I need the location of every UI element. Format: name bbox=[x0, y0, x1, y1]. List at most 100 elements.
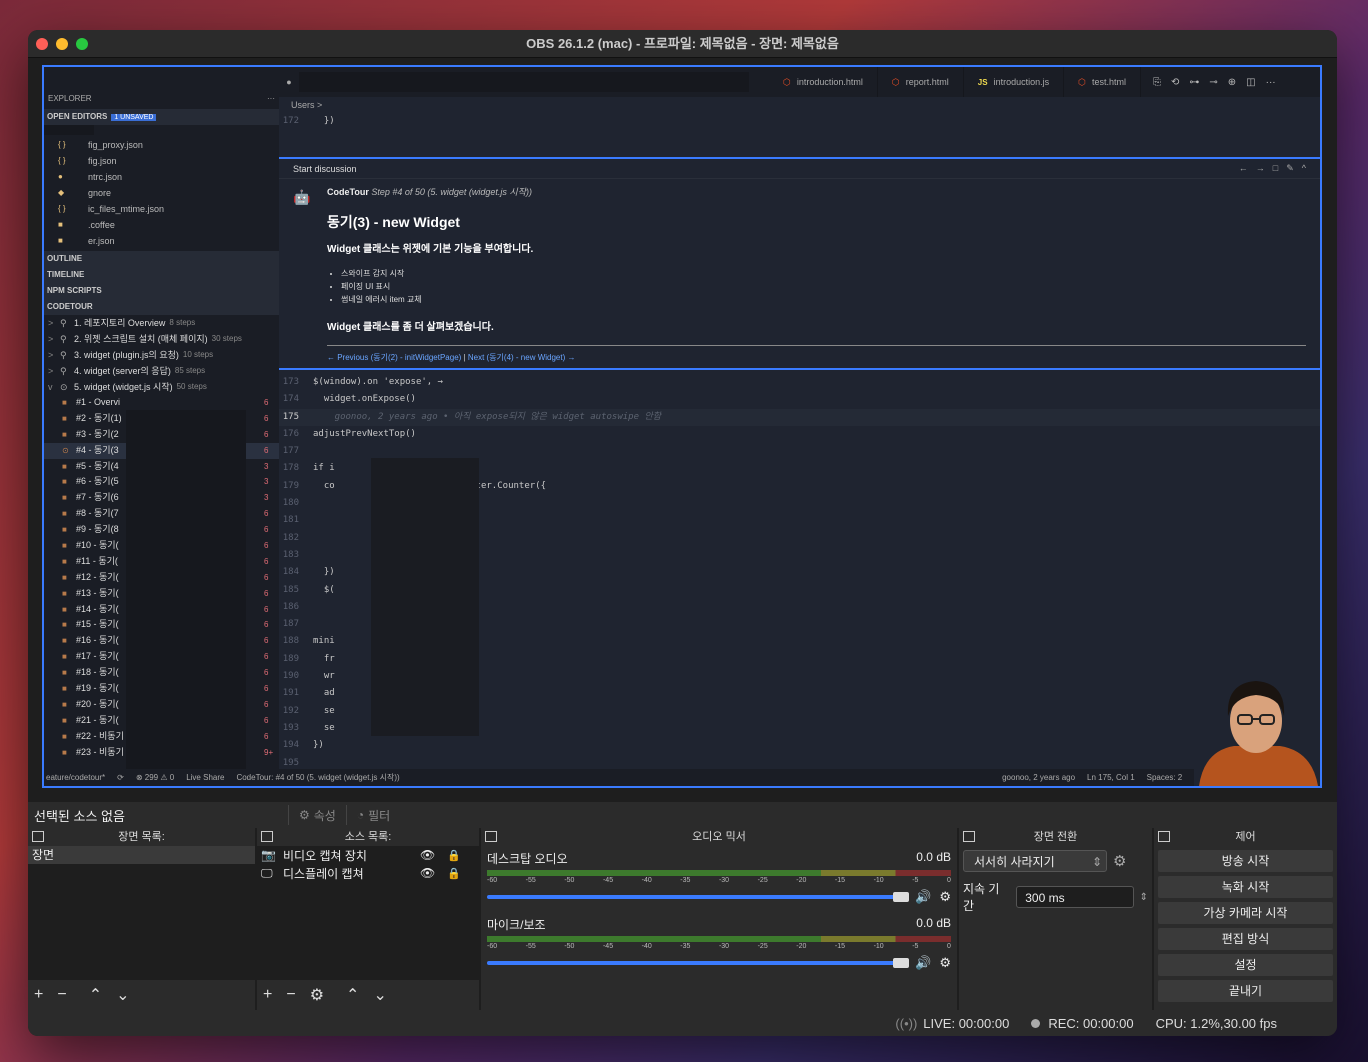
source-item-video-capture[interactable]: 📷 비디오 캡쳐 장치 👁 🔒 bbox=[257, 846, 479, 864]
webcam-person-image bbox=[1194, 661, 1320, 786]
sync-icon[interactable]: ⟳ bbox=[117, 773, 124, 782]
codetour-item[interactable]: v ⊙ 5. widget (widget.js 시작) 50 steps bbox=[44, 379, 279, 395]
editor-tab[interactable]: ⬡ introduction.html bbox=[769, 67, 878, 97]
codetour-item[interactable]: > ⚲ 3. widget (plugin.js의 요청) 10 steps bbox=[44, 347, 279, 363]
float-icon[interactable] bbox=[485, 831, 497, 842]
open-editor-file[interactable]: ◆ gnore bbox=[44, 185, 279, 201]
remove-source-button[interactable]: − bbox=[286, 986, 295, 1004]
live-share-status[interactable]: Live Share bbox=[186, 773, 224, 782]
codetour-item[interactable]: > ⚲ 4. widget (server의 응답) 85 steps bbox=[44, 363, 279, 379]
step-count: 3 bbox=[264, 493, 269, 503]
control-button[interactable]: 설정 bbox=[1158, 954, 1333, 976]
properties-button[interactable]: ⚙ 속성 bbox=[288, 805, 346, 825]
volume-slider[interactable] bbox=[487, 892, 910, 902]
add-source-button[interactable]: + bbox=[263, 986, 272, 1004]
visibility-eye-icon[interactable]: 👁 bbox=[420, 848, 435, 862]
volume-meter bbox=[487, 870, 951, 876]
edit-icon[interactable]: ✎ bbox=[1286, 163, 1294, 174]
open-changes-icon[interactable]: ⎘ bbox=[1153, 77, 1161, 88]
open-editor-file[interactable]: { } fig_proxy.json bbox=[44, 137, 279, 153]
step-icon: ■ bbox=[62, 588, 67, 598]
transition-settings-gear-icon[interactable]: ⚙ bbox=[1113, 852, 1126, 870]
outline-section[interactable]: OUTLINE bbox=[44, 251, 279, 267]
editor-tab[interactable]: ⬡ test.html bbox=[1064, 67, 1141, 97]
transition-select[interactable]: 서서히 사라지기 ⇕ bbox=[963, 850, 1107, 872]
next-step-link[interactable]: Next (동기(4) - new Widget) → bbox=[468, 353, 576, 362]
more-actions-icon[interactable]: ··· bbox=[1266, 77, 1276, 88]
volume-slider[interactable] bbox=[487, 958, 910, 968]
codetour-item[interactable]: > ⚲ 1. 레포지토리 Overview 8 steps bbox=[44, 315, 279, 331]
open-editor-file[interactable]: { } fig.json bbox=[44, 153, 279, 169]
split-editor-icon[interactable]: ◫ bbox=[1246, 77, 1255, 88]
control-button[interactable]: 방송 시작 bbox=[1158, 850, 1333, 872]
branch-status[interactable]: eature/codetour* bbox=[46, 773, 105, 782]
timeline-section[interactable]: TIMELINE bbox=[44, 267, 279, 283]
control-button[interactable]: 끝내기 bbox=[1158, 980, 1333, 1002]
indent-status[interactable]: Spaces: 2 bbox=[1147, 773, 1183, 782]
float-icon[interactable] bbox=[261, 831, 273, 842]
blame-status[interactable]: goonoo, 2 years ago bbox=[1002, 773, 1075, 782]
scene-item[interactable]: 장면 bbox=[28, 846, 255, 864]
problems-status[interactable]: ⊗ 299 ⚠ 0 bbox=[136, 773, 174, 782]
slider-handle[interactable] bbox=[893, 892, 910, 902]
codetour-step[interactable]: ■ #1 - Overvi 6 bbox=[44, 395, 279, 411]
codetour-item[interactable]: > ⚲ 2. 위젯 스크립트 설치 (매체 페이지) 30 steps bbox=[44, 331, 279, 347]
js-file-icon: JS bbox=[977, 77, 988, 87]
filters-button[interactable]: ◔ 필터 bbox=[345, 805, 400, 825]
obs-preview[interactable]: EXPLORER ··· OPEN EDITORS 1 UNSAVED { } f… bbox=[42, 65, 1322, 788]
git-commit-icon[interactable]: ⊶ bbox=[1189, 77, 1199, 88]
channel-settings-gear-icon[interactable]: ⚙ bbox=[939, 955, 951, 971]
remove-scene-button[interactable]: − bbox=[57, 986, 66, 1004]
open-editor-file[interactable]: ■ er.json bbox=[44, 233, 279, 249]
camera-icon: 📷 bbox=[261, 848, 276, 862]
move-down-icon[interactable]: ⌄ bbox=[116, 985, 129, 1005]
arrow-right-icon[interactable]: → bbox=[1256, 163, 1265, 174]
minimize-window-button[interactable] bbox=[56, 38, 68, 50]
move-down-icon[interactable]: ⌄ bbox=[373, 985, 386, 1005]
control-button[interactable]: 가상 카메라 시작 bbox=[1158, 902, 1333, 924]
duration-input[interactable]: 300 ms bbox=[1016, 886, 1134, 908]
float-icon[interactable] bbox=[963, 831, 975, 842]
lock-icon[interactable]: 🔒 bbox=[447, 867, 461, 880]
lock-icon[interactable]: 🔒 bbox=[447, 849, 461, 862]
zoom-window-button[interactable] bbox=[76, 38, 88, 50]
source-item-display-capture[interactable]: 🖵 디스플레이 캡쳐 👁 🔒 bbox=[257, 864, 479, 882]
collapse-icon[interactable]: ^ bbox=[1302, 163, 1306, 174]
channel-settings-gear-icon[interactable]: ⚙ bbox=[939, 889, 951, 905]
open-editor-file[interactable]: { } ic_files_mtime.json bbox=[44, 201, 279, 217]
npm-scripts-section[interactable]: NPM SCRIPTS bbox=[44, 283, 279, 299]
open-editor-file[interactable]: ■ .coffee bbox=[44, 217, 279, 233]
codetour-status[interactable]: CodeTour: #4 of 50 (5. widget (widget.js… bbox=[236, 772, 399, 783]
source-settings-gear-icon[interactable]: ⚙ bbox=[310, 985, 324, 1005]
cursor-position[interactable]: Ln 175, Col 1 bbox=[1087, 773, 1135, 782]
step-icon: ■ bbox=[62, 747, 67, 757]
close-window-button[interactable] bbox=[36, 38, 48, 50]
editor-tab[interactable]: JS introduction.js bbox=[964, 67, 1065, 97]
open-editor-file[interactable]: ● ntrc.json bbox=[44, 169, 279, 185]
stop-icon[interactable]: □ bbox=[1273, 163, 1278, 174]
go-next-icon[interactable]: ⊸ bbox=[1209, 77, 1217, 88]
live-share-icon[interactable]: ⊕ bbox=[1228, 77, 1236, 88]
breadcrumb[interactable]: Users > bbox=[279, 97, 1320, 113]
open-editors-section[interactable]: OPEN EDITORS 1 UNSAVED bbox=[44, 109, 279, 125]
arrow-left-icon[interactable]: ← bbox=[1239, 163, 1248, 174]
speaker-icon[interactable]: 🔊 bbox=[915, 889, 931, 905]
move-up-icon[interactable]: ⌃ bbox=[346, 985, 359, 1005]
line-number: 193 bbox=[282, 722, 299, 733]
more-icon[interactable]: ··· bbox=[267, 94, 275, 103]
stepper-icon[interactable]: ⇕ bbox=[1140, 892, 1148, 903]
codetour-section[interactable]: CODETOUR bbox=[44, 299, 279, 315]
control-button[interactable]: 편집 방식 bbox=[1158, 928, 1333, 950]
previous-step-link[interactable]: ← Previous (동기(2) - initWidgetPage) bbox=[327, 353, 461, 362]
speaker-icon[interactable]: 🔊 bbox=[915, 955, 931, 971]
move-up-icon[interactable]: ⌃ bbox=[89, 985, 102, 1005]
float-icon[interactable] bbox=[32, 831, 44, 842]
git-compare-icon[interactable]: ⟲ bbox=[1171, 77, 1179, 88]
editor-tab[interactable]: ⬡ report.html bbox=[878, 67, 964, 97]
slider-handle[interactable] bbox=[893, 958, 910, 968]
step-navigation: ← Previous (동기(2) - initWidgetPage) | Ne… bbox=[327, 345, 1306, 363]
visibility-eye-icon[interactable]: 👁 bbox=[420, 866, 435, 880]
add-scene-button[interactable]: + bbox=[34, 986, 43, 1004]
float-icon[interactable] bbox=[1158, 831, 1170, 842]
control-button[interactable]: 녹화 시작 bbox=[1158, 876, 1333, 898]
